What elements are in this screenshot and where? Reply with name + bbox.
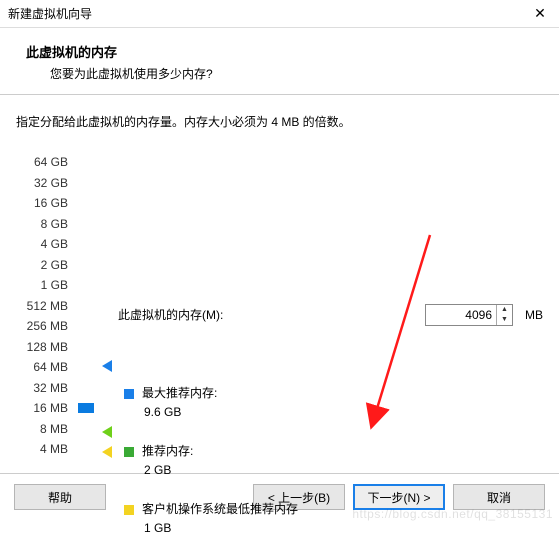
help-button[interactable]: 帮助 [14, 484, 106, 510]
scale-tick: 8 GB [16, 214, 68, 235]
legend-min-label: 客户机操作系统最低推荐内存 [142, 502, 298, 516]
legend-max-value: 9.6 GB [124, 405, 217, 419]
square-yellow-icon [124, 505, 134, 515]
scale-tick: 256 MB [16, 316, 68, 337]
scale-tick: 512 MB [16, 296, 68, 317]
memory-label: 此虚拟机的内存(M): [118, 306, 419, 323]
page-subtitle: 您要为此虚拟机使用多少内存? [26, 61, 539, 82]
memory-input[interactable] [426, 306, 496, 324]
scale-tick: 16 MB [16, 398, 68, 419]
scale-tick: 4 MB [16, 439, 68, 460]
window-title: 新建虚拟机向导 [8, 5, 92, 22]
memory-unit: MB [525, 308, 543, 322]
memory-spinner[interactable]: ▲ ▼ [425, 304, 513, 326]
spinner-up-icon[interactable]: ▲ [497, 305, 512, 315]
legend-rec-label: 推荐内存: [142, 444, 193, 458]
titlebar: 新建虚拟机向导 ✕ [0, 0, 559, 28]
instruction-text: 指定分配给此虚拟机的内存量。内存大小必须为 4 MB 的倍数。 [16, 113, 543, 130]
wizard-header: 此虚拟机的内存 您要为此虚拟机使用多少内存? [0, 28, 559, 94]
scale-tick: 64 GB [16, 152, 68, 173]
memory-scale: 64 GB 32 GB 16 GB 8 GB 4 GB 2 GB 1 GB 51… [16, 152, 74, 460]
legend-min: 客户机操作系统最低推荐内存 1 GB [124, 500, 298, 535]
watermark: https://blog.csdn.net/qq_38155131 [352, 507, 553, 521]
scale-tick: 16 GB [16, 193, 68, 214]
scale-tick: 32 GB [16, 173, 68, 194]
scale-tick: 8 MB [16, 419, 68, 440]
page-title: 此虚拟机的内存 [26, 42, 539, 61]
scale-tick: 64 MB [16, 357, 68, 378]
square-blue-icon [124, 389, 134, 399]
rec-marker-icon [102, 426, 112, 438]
square-green-icon [124, 447, 134, 457]
scale-tick: 32 MB [16, 378, 68, 399]
spinner-down-icon[interactable]: ▼ [497, 315, 512, 325]
legend-rec-value: 2 GB [124, 463, 193, 477]
min-marker-icon [102, 446, 112, 458]
close-icon[interactable]: ✕ [527, 5, 553, 22]
scale-tick: 1 GB [16, 275, 68, 296]
legend-max: 最大推荐内存: 9.6 GB [124, 384, 217, 419]
scale-tick: 2 GB [16, 255, 68, 276]
spinner-arrows[interactable]: ▲ ▼ [496, 305, 512, 325]
legend-min-value: 1 GB [124, 521, 298, 535]
wizard-body: 指定分配给此虚拟机的内存量。内存大小必须为 4 MB 的倍数。 64 GB 32… [0, 94, 559, 474]
slider-handle[interactable] [78, 403, 94, 413]
scale-tick: 128 MB [16, 337, 68, 358]
legend-rec: 推荐内存: 2 GB [124, 442, 193, 477]
max-marker-icon [102, 360, 112, 372]
scale-tick: 4 GB [16, 234, 68, 255]
legend-max-label: 最大推荐内存: [142, 386, 217, 400]
